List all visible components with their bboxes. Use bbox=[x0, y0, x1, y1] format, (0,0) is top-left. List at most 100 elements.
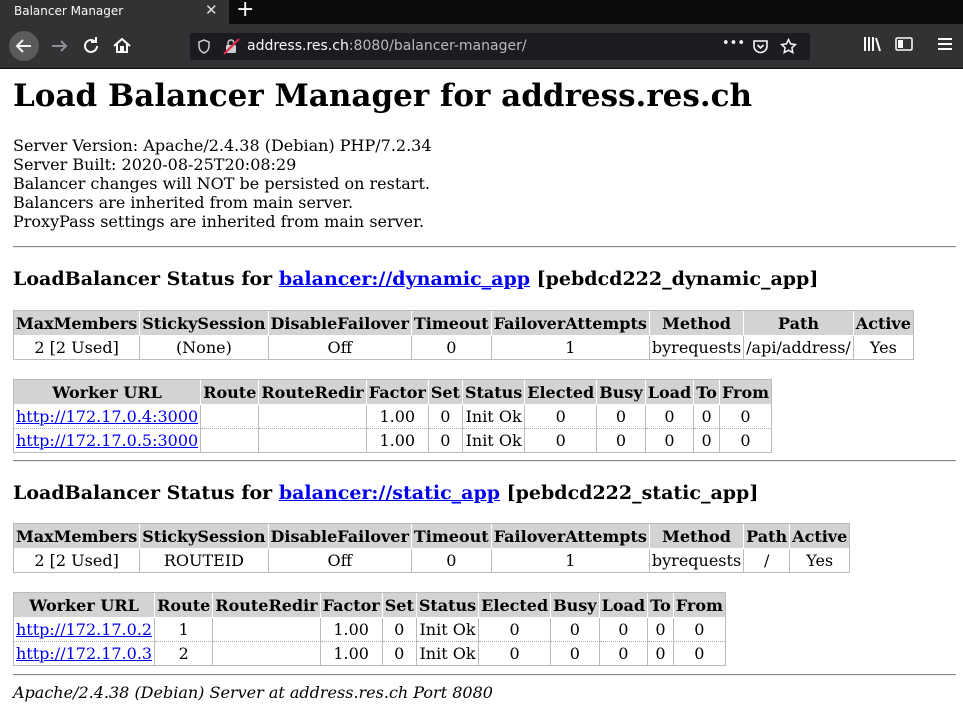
worker-link[interactable]: http://172.17.0.2 bbox=[16, 620, 152, 639]
worker-header-row: Worker URL Route RouteRedir Factor Set S… bbox=[14, 380, 772, 405]
table-cell: 0 bbox=[648, 618, 674, 642]
table-cell: 0 bbox=[597, 405, 646, 429]
persist-note: Balancer changes will NOT be persisted o… bbox=[13, 174, 430, 193]
table-row: 2 [2 Used] (None) Off 0 1 byrequests /ap… bbox=[14, 336, 913, 359]
table-cell: 1 bbox=[155, 618, 214, 642]
page-title: Load Balancer Manager for address.res.ch bbox=[13, 78, 753, 114]
worker-url-cell: http://172.17.0.2 bbox=[14, 618, 156, 642]
worker-link[interactable]: http://172.17.0.5:3000 bbox=[16, 431, 198, 450]
url-text[interactable]: address.res.ch:8080/balancer-manager/ bbox=[247, 38, 527, 54]
table-cell bbox=[201, 405, 260, 429]
table-cell: 0 bbox=[412, 336, 492, 359]
table-cell: 0 bbox=[382, 618, 417, 642]
worker-url-cell: http://172.17.0.3 bbox=[14, 642, 156, 665]
server-built: Server Built: 2020-08-25T20:08:29 bbox=[13, 155, 297, 174]
col-header: FailoverAttempts bbox=[491, 524, 650, 549]
col-header: Set bbox=[428, 380, 463, 405]
worker-link[interactable]: http://172.17.0.3 bbox=[16, 644, 152, 663]
bookmark-star-icon[interactable] bbox=[780, 38, 797, 55]
balancer-link-dynamic[interactable]: balancer://dynamic_app bbox=[279, 268, 530, 290]
table-cell bbox=[213, 618, 321, 642]
reload-button[interactable] bbox=[78, 33, 104, 59]
col-header: Worker URL bbox=[14, 380, 202, 405]
table-cell: 0 bbox=[429, 429, 463, 452]
url-bar[interactable]: address.res.ch:8080/balancer-manager/ ••… bbox=[190, 33, 810, 60]
worker-table-static: Worker URL Route RouteRedir Factor Set S… bbox=[13, 592, 726, 666]
table-cell: 1.00 bbox=[366, 405, 429, 429]
table-cell: 0 bbox=[599, 618, 649, 642]
table-cell: 0 bbox=[740, 431, 751, 450]
col-header: Active bbox=[853, 311, 913, 336]
col-header: Elected bbox=[479, 593, 552, 618]
balancer-heading-dynamic: LoadBalancer Status for balancer://dynam… bbox=[13, 268, 818, 290]
url-host: address.res.ch bbox=[247, 38, 349, 54]
col-header: Load bbox=[599, 593, 649, 618]
page-actions-icon[interactable]: ••• bbox=[722, 36, 745, 51]
table-cell: 1.00 bbox=[321, 642, 383, 665]
table-cell: ROUTEID bbox=[140, 549, 269, 572]
tab-bar: Balancer Manager ✕ + bbox=[0, 0, 963, 24]
table-cell: Init Ok bbox=[462, 405, 526, 429]
balancer-id: [pebdcd222_dynamic_app] bbox=[530, 268, 819, 290]
server-signature: Apache/2.4.38 (Debian) Server at address… bbox=[13, 683, 493, 702]
table-cell: 0 bbox=[673, 618, 725, 642]
balancer-heading-prefix: LoadBalancer Status for bbox=[13, 268, 279, 290]
forward-button[interactable] bbox=[47, 33, 73, 59]
table-cell bbox=[213, 642, 321, 665]
col-header: RouteRedir bbox=[213, 593, 321, 618]
table-cell: 0 bbox=[551, 642, 600, 665]
table-cell: 0 bbox=[479, 618, 552, 642]
table-cell: Off bbox=[269, 336, 412, 359]
table-cell: 0 bbox=[525, 405, 598, 429]
back-button[interactable] bbox=[9, 31, 39, 61]
balancer-link-static[interactable]: balancer://static_app bbox=[279, 482, 500, 504]
col-header: Busy bbox=[597, 380, 646, 405]
table-row: http://172.17.0.2 1 1.00 0 Init Ok 0 0 0… bbox=[14, 618, 725, 642]
new-tab-icon[interactable]: + bbox=[236, 0, 254, 22]
inherit-balancers-note: Balancers are inherited from main server… bbox=[13, 193, 354, 212]
divider bbox=[13, 460, 956, 462]
table-cell bbox=[259, 405, 367, 429]
sidebar-icon[interactable] bbox=[894, 34, 914, 54]
col-header: Path bbox=[744, 311, 854, 336]
table-cell: 0 bbox=[694, 405, 720, 429]
table-cell: /api/address/ bbox=[744, 336, 854, 359]
col-header: Status bbox=[462, 380, 526, 405]
balancer-heading-prefix: LoadBalancer Status for bbox=[13, 482, 279, 504]
tab-balancer-manager[interactable]: Balancer Manager ✕ bbox=[0, 0, 229, 24]
library-icon[interactable] bbox=[862, 34, 882, 54]
navigation-toolbar: address.res.ch:8080/balancer-manager/ ••… bbox=[0, 24, 963, 68]
col-header: StickySession bbox=[140, 524, 269, 549]
table-cell: Yes bbox=[806, 551, 834, 570]
table-cell: 1.00 bbox=[320, 618, 383, 642]
menu-icon[interactable] bbox=[935, 34, 955, 54]
col-header: FailoverAttempts bbox=[491, 311, 650, 336]
pocket-icon[interactable] bbox=[752, 38, 769, 55]
tab-close-icon[interactable]: ✕ bbox=[205, 1, 218, 19]
shield-icon[interactable] bbox=[197, 39, 211, 54]
table-cell: 0 bbox=[694, 429, 720, 452]
col-header: RouteRedir bbox=[259, 380, 367, 405]
divider bbox=[13, 246, 956, 248]
balancer-table-dynamic: MaxMembers StickySession DisableFailover… bbox=[13, 310, 914, 360]
col-header: From bbox=[673, 593, 725, 618]
table-cell: 1 bbox=[492, 336, 650, 359]
table-cell: 0 bbox=[648, 642, 674, 665]
worker-link[interactable]: http://172.17.0.4:3000 bbox=[16, 407, 198, 426]
home-button[interactable] bbox=[109, 33, 135, 59]
insecure-lock-icon[interactable] bbox=[223, 38, 240, 55]
table-cell: Init Ok bbox=[417, 642, 480, 665]
col-header: Active bbox=[790, 524, 850, 549]
table-cell: 1 bbox=[492, 549, 650, 572]
table-cell: 0 bbox=[694, 644, 705, 663]
col-header: Path bbox=[744, 524, 791, 549]
divider bbox=[13, 674, 956, 676]
table-cell: 0 bbox=[645, 405, 695, 429]
table-cell: 0 bbox=[525, 429, 598, 452]
col-header: Timeout bbox=[411, 311, 492, 336]
col-header: From bbox=[719, 380, 772, 405]
table-row: 2 [2 Used] ROUTEID Off 0 1 byrequests / … bbox=[14, 549, 849, 572]
worker-header-row: Worker URL Route RouteRedir Factor Set S… bbox=[14, 593, 725, 618]
table-cell: Init Ok bbox=[463, 429, 526, 452]
table-cell: (None) bbox=[140, 336, 269, 359]
